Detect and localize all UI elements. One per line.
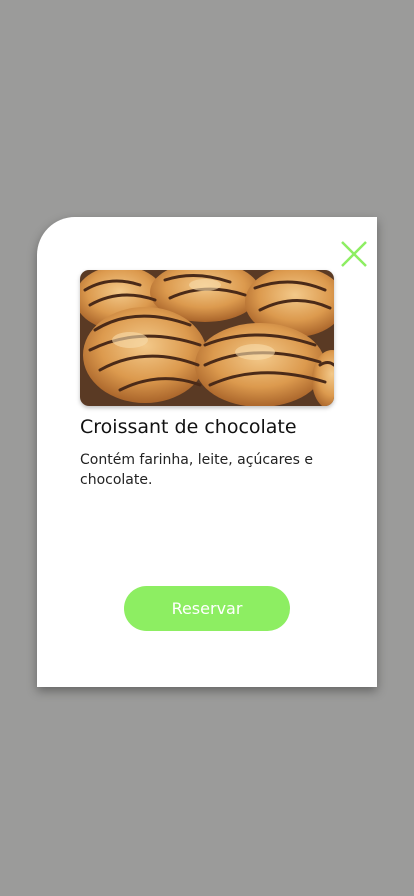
reserve-button[interactable]: Reservar — [124, 586, 290, 631]
croissant-photo — [80, 270, 334, 406]
product-image — [80, 270, 334, 406]
close-icon — [341, 241, 367, 267]
close-button[interactable] — [339, 239, 369, 269]
product-title: Croissant de chocolate — [80, 416, 297, 438]
product-modal: Croissant de chocolate Contém farinha, l… — [37, 217, 377, 687]
product-description: Contém farinha, leite, açúcares e chocol… — [80, 452, 314, 488]
